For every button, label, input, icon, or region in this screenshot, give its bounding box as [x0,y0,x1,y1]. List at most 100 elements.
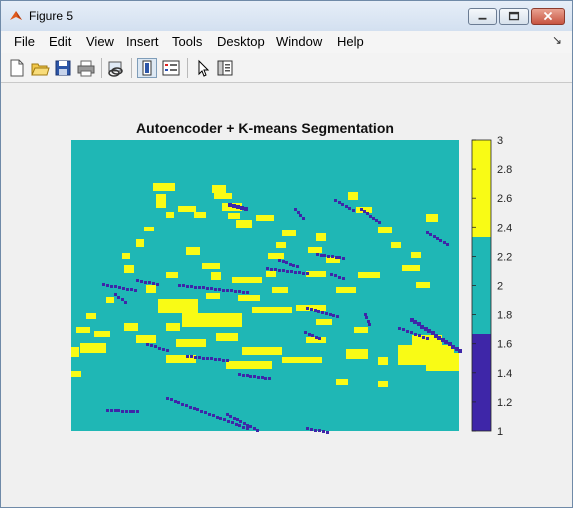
segment-class-1 [242,374,245,377]
menu-view[interactable]: View [86,34,114,49]
segment-class-1 [185,404,188,407]
edit-plot-button[interactable] [193,58,213,78]
edit-plot-arrow-icon [198,59,210,77]
insert-legend-button[interactable] [161,58,181,78]
title-bar[interactable]: Figure 5 [1,1,572,31]
menu-tools[interactable]: Tools [172,34,202,49]
menu-edit[interactable]: Edit [49,34,71,49]
segment-class-1 [270,268,273,271]
segment-class-1 [296,265,299,268]
link-plot-button[interactable] [106,58,126,78]
segment-class-3 [411,252,421,258]
segment-class-3 [402,265,420,271]
segment-class-3 [358,272,380,278]
segment-class-3 [398,345,454,365]
menu-window[interactable]: Window [276,34,322,49]
segment-class-3 [94,331,110,337]
segment-class-3 [146,285,156,293]
segment-class-3 [232,277,262,283]
segment-class-1 [348,207,351,210]
segment-class-3 [122,253,130,259]
open-file-button[interactable] [30,58,50,78]
segment-class-1 [182,284,185,287]
new-figure-button[interactable] [7,58,27,78]
colorbar-tick-label: 2.6 [497,193,512,205]
segment-class-1 [332,314,335,317]
insert-colorbar-button[interactable] [137,58,157,78]
segment-class-1 [200,410,203,413]
segment-class-3 [86,313,96,319]
segment-class-1 [210,287,213,290]
menu-desktop[interactable]: Desktop [217,34,265,49]
close-button[interactable] [531,8,565,25]
segment-class-3 [308,247,322,253]
segment-class-1 [256,429,259,432]
segment-class-1 [198,356,201,359]
segment-class-1 [206,287,209,290]
segment-class-1 [321,311,324,314]
segment-class-1 [196,408,199,411]
segment-class-1 [238,373,241,376]
segment-class-1 [162,348,165,351]
segment-class-1 [257,376,260,379]
segment-class-1 [294,271,297,274]
segment-class-1 [444,340,448,344]
segment-class-1 [166,397,169,400]
segment-class-1 [156,283,159,286]
segment-class-3 [238,295,260,301]
minimize-button[interactable] [468,8,497,25]
segment-class-1 [129,410,132,413]
property-inspector-button[interactable] [215,58,235,78]
segment-class-1 [314,309,317,312]
segment-class-1 [302,217,305,220]
segment-class-3 [202,263,220,269]
segment-class-3 [76,327,90,333]
segment-class-1 [126,288,129,291]
new-figure-icon [10,59,24,77]
colorbar-tick-label: 2.8 [497,164,512,176]
segment-class-1 [318,429,321,432]
segment-class-1 [240,206,244,210]
segment-class-1 [292,264,295,267]
segment-class-1 [299,214,302,217]
menu-help[interactable]: Help [337,34,364,49]
segment-class-3 [216,333,238,341]
segment-class-1 [114,293,117,296]
segment-class-1 [229,415,232,418]
segment-class-3 [348,192,358,200]
segment-class-1 [306,272,309,275]
segment-class-1 [181,403,184,406]
segment-class-1 [413,320,417,324]
segment-class-1 [208,413,211,416]
segment-class-1 [364,313,367,316]
segment-class-1 [325,312,328,315]
segment-class-3 [182,313,242,327]
segment-class-1 [378,221,381,224]
segment-class-1 [310,308,313,311]
dock-arrow-icon[interactable]: ↘ [552,33,562,47]
insert-legend-icon [162,60,180,76]
segment-class-3 [282,230,296,236]
segment-class-1 [458,349,462,353]
segment-class-1 [311,334,314,337]
segment-class-1 [222,289,225,292]
segment-class-1 [212,414,215,417]
toolbar-separator [187,58,188,78]
print-figure-button[interactable] [76,58,96,78]
menu-insert[interactable]: Insert [126,34,159,49]
segment-class-3 [166,212,174,218]
maximize-button[interactable] [499,8,529,25]
segment-class-1 [236,205,240,209]
colorbar: 1 1.2 1.4 1.6 1.8 2 2.2 2.4 2.6 2.8 3 [471,135,512,438]
segment-class-1 [439,239,442,242]
segment-class-1 [136,279,139,282]
segment-class-1 [231,421,234,424]
segment-class-1 [316,253,319,256]
segment-class-1 [253,427,256,430]
save-figure-button[interactable] [53,58,73,78]
segment-class-3 [316,233,326,241]
segment-class-1 [365,316,368,319]
minimize-icon [478,17,487,20]
segment-class-1 [194,286,197,289]
menu-file[interactable]: File [14,34,35,49]
